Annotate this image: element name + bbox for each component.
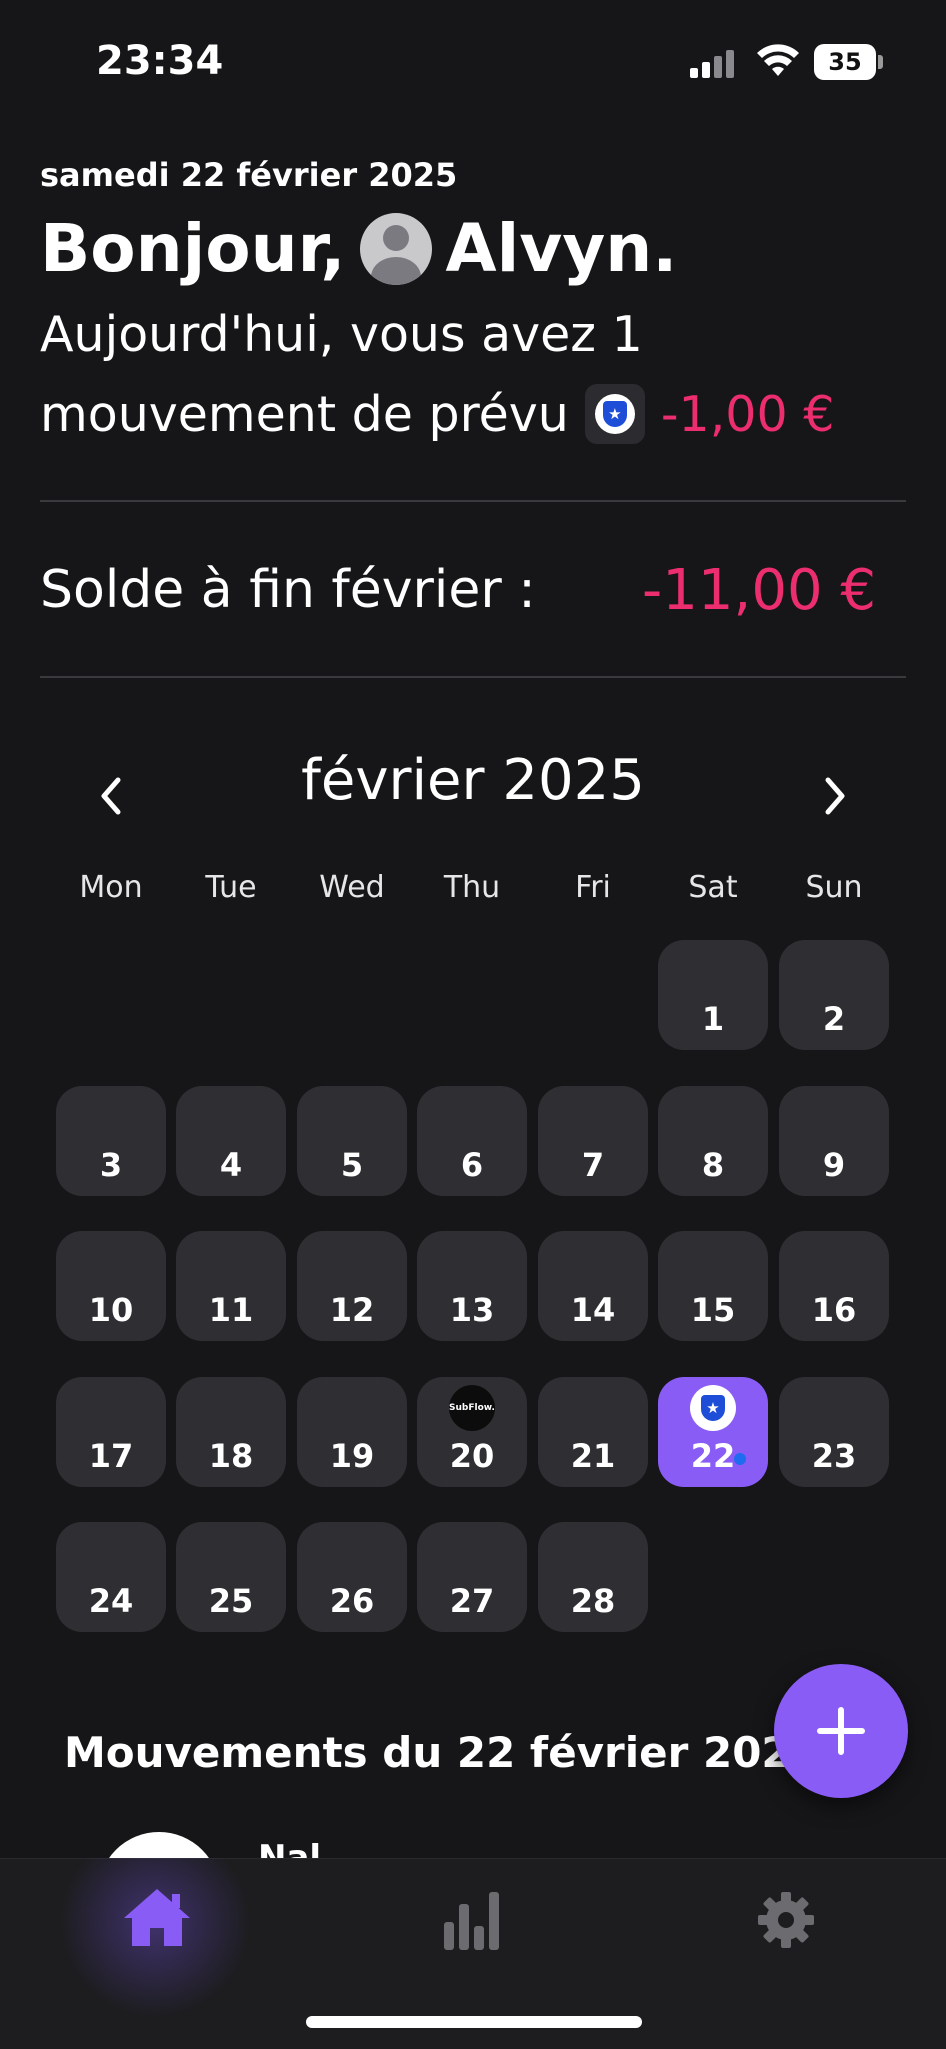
calendar-day-number: 4 (219, 1146, 243, 1184)
weekday-wed: Wed (319, 870, 385, 905)
calendar-day-number: 1 (701, 1000, 725, 1038)
calendar-day-number: 13 (449, 1291, 495, 1329)
calendar-day[interactable]: 18 (176, 1377, 286, 1487)
calendar-day-number: 21 (570, 1437, 616, 1475)
calendar-day[interactable]: 15 (658, 1231, 768, 1341)
plus-icon (817, 1707, 865, 1755)
calendar-day-number: 2 (822, 1000, 846, 1038)
signal-icon (690, 48, 740, 78)
calendar-day[interactable]: 12 (297, 1231, 407, 1341)
user-name: Alvyn. (445, 210, 678, 287)
calendar-day-number: 3 (99, 1146, 123, 1184)
calendar-day-number: 9 (822, 1146, 846, 1184)
battery-tip (878, 55, 883, 69)
weekday-mon: Mon (79, 870, 143, 905)
calendar-day[interactable]: 16 (779, 1231, 889, 1341)
calendar-day[interactable]: 6 (417, 1086, 527, 1196)
calendar-day[interactable]: 8 (658, 1086, 768, 1196)
calendar-day[interactable]: 28 (538, 1522, 648, 1632)
avatar[interactable] (359, 212, 432, 285)
bar-chart-icon[interactable] (442, 1888, 502, 1952)
calendar-day-number: 12 (329, 1291, 375, 1329)
chevron-right-icon[interactable] (822, 776, 850, 816)
calendar-day-number: 26 (329, 1582, 375, 1620)
movements-title: Mouvements du 22 février 2025 (64, 1728, 820, 1777)
summary-line-2-text: mouvement de prévu (40, 385, 569, 443)
status-time: 23:34 (96, 38, 224, 84)
calendar-day-number: 25 (208, 1582, 254, 1620)
summary-line-1: Aujourd'hui, vous avez 1 (40, 306, 643, 363)
calendar-day[interactable]: 19 (297, 1377, 407, 1487)
balance-value: -11,00 € (642, 558, 876, 623)
calendar-day-number: 5 (340, 1146, 364, 1184)
calendar-day[interactable]: 21 (538, 1377, 648, 1487)
calendar-day-number: 24 (88, 1582, 134, 1620)
calendar-day-number: 23 (811, 1437, 857, 1475)
calendar-day[interactable]: 24 (56, 1522, 166, 1632)
current-date: samedi 22 février 2025 (40, 156, 458, 194)
calendar-day-number: 28 (570, 1582, 616, 1620)
calendar-day-number: 10 (88, 1291, 134, 1329)
calendar-day-number: 18 (208, 1437, 254, 1475)
calendar-day-number: 17 (88, 1437, 134, 1475)
divider (40, 500, 906, 502)
calendar-day-number: 20 (449, 1437, 495, 1475)
weekday-tue: Tue (205, 870, 257, 905)
calendar-day[interactable]: 4 (176, 1086, 286, 1196)
calendar-day[interactable]: 27 (417, 1522, 527, 1632)
weekday-fri: Fri (575, 870, 611, 905)
home-icon[interactable] (122, 1886, 192, 1948)
month-title: février 2025 (301, 748, 645, 813)
today-amount: -1,00 € (660, 385, 835, 443)
calendar-day[interactable]: 1 (658, 940, 768, 1050)
calendar-day[interactable]: 3 (56, 1086, 166, 1196)
calendar-day[interactable]: 9 (779, 1086, 889, 1196)
greeting: Bonjour, Alvyn. (40, 210, 677, 287)
calendar-day[interactable]: 2 (779, 940, 889, 1050)
calendar-day-number: 14 (570, 1291, 616, 1329)
calendar-day-number: 8 (701, 1146, 725, 1184)
balance-label: Solde à fin février : (40, 560, 536, 620)
calendar-day[interactable]: 10 (56, 1231, 166, 1341)
weekday-sat: Sat (688, 870, 738, 905)
calendar-day[interactable]: 5 (297, 1086, 407, 1196)
calendar-day[interactable]: 26 (297, 1522, 407, 1632)
add-movement-button[interactable] (774, 1664, 908, 1798)
calendar-day-number: 15 (690, 1291, 736, 1329)
calendar-day[interactable]: SubFlow. 20 (417, 1377, 527, 1487)
greeting-prefix: Bonjour, (40, 210, 346, 287)
merchant-logo-icon: ★ (690, 1385, 736, 1431)
home-indicator (306, 2016, 642, 2028)
calendar-day-number: 7 (581, 1146, 605, 1184)
wifi-icon (757, 44, 799, 76)
calendar-day-number: 22 (690, 1437, 736, 1475)
subflow-logo: SubFlow. (449, 1385, 495, 1431)
calendar-day-number: 6 (460, 1146, 484, 1184)
calendar-day-selected[interactable]: ★ 22 (658, 1377, 768, 1487)
summary-line-2: mouvement de prévu ★ -1,00 € (40, 384, 834, 444)
calendar-day[interactable]: 17 (56, 1377, 166, 1487)
merchant-logo-icon: ★ (584, 384, 645, 444)
battery-icon: 35 (814, 44, 876, 80)
weekday-thu: Thu (443, 870, 501, 905)
calendar-day[interactable]: 23 (779, 1377, 889, 1487)
calendar-day-number: 19 (329, 1437, 375, 1475)
weekday-sun: Sun (805, 870, 863, 905)
divider (40, 676, 906, 678)
calendar-day[interactable]: 7 (538, 1086, 648, 1196)
calendar-day-number: 16 (811, 1291, 857, 1329)
calendar-day[interactable]: 14 (538, 1231, 648, 1341)
calendar-day[interactable]: 25 (176, 1522, 286, 1632)
calendar-day-number: 11 (208, 1291, 254, 1329)
calendar-day[interactable]: 13 (417, 1231, 527, 1341)
calendar-day[interactable]: 11 (176, 1231, 286, 1341)
gear-icon[interactable] (756, 1890, 816, 1950)
calendar-day-number: 27 (449, 1582, 495, 1620)
